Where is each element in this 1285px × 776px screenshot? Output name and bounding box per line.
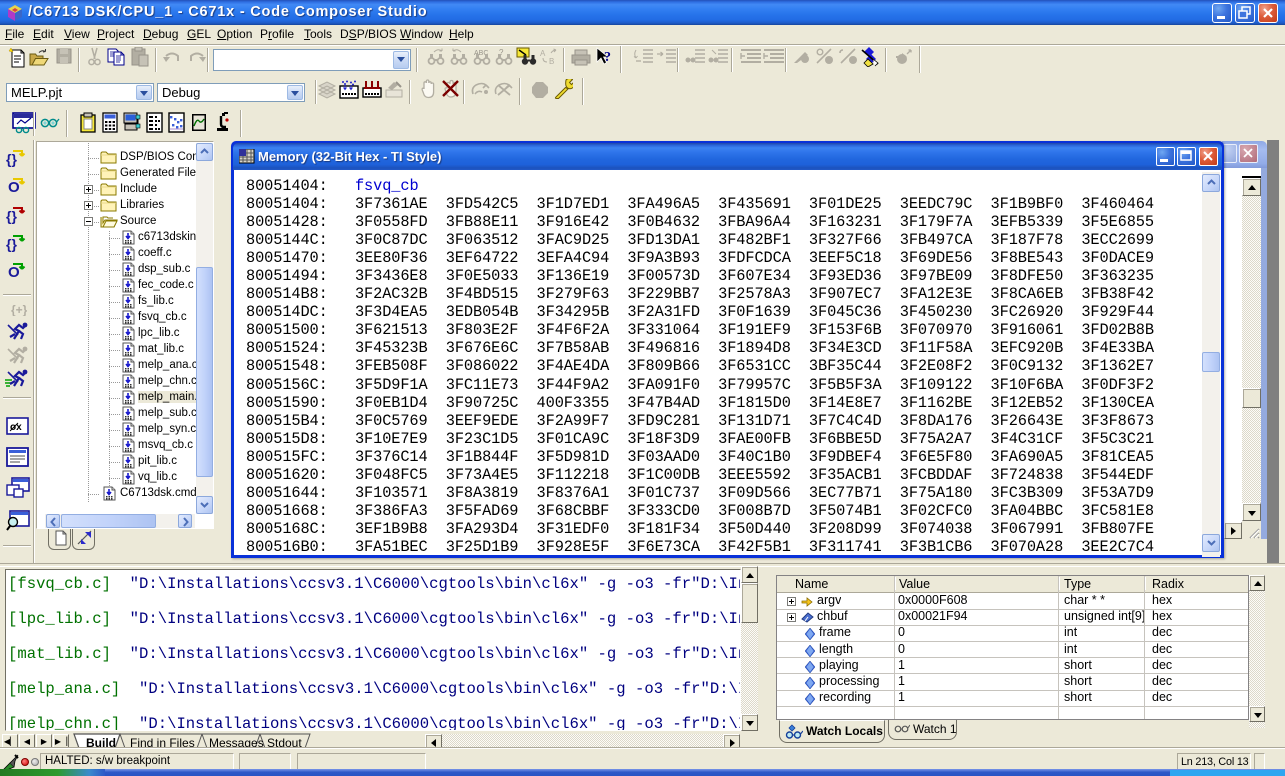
svg-text:O: O <box>8 264 20 281</box>
svg-text:{}: {} <box>6 208 17 224</box>
svg-text:{}: {} <box>6 236 17 252</box>
svg-text:{+}: {+} <box>11 303 27 316</box>
svg-text:A: A <box>540 49 546 58</box>
svg-text:B: B <box>549 57 554 66</box>
svg-text:O: O <box>8 179 20 196</box>
svg-text:?: ? <box>604 50 611 65</box>
svg-text:{}: {} <box>6 151 17 167</box>
svg-text:ox: ox <box>10 422 22 433</box>
